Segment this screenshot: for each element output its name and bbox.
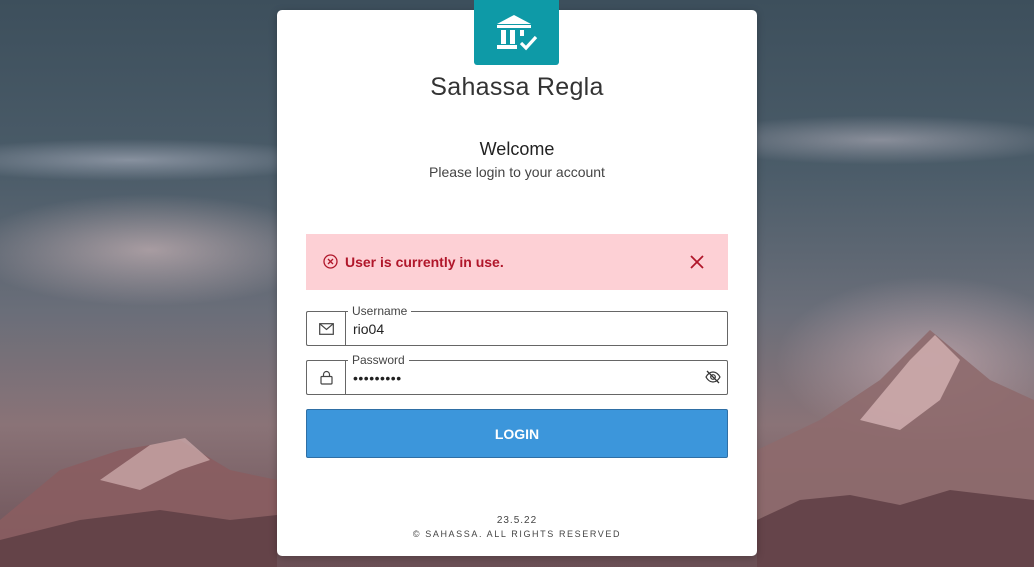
welcome-title: Welcome: [479, 139, 555, 159]
username-icon-cell: [306, 311, 345, 346]
lock-icon: [319, 370, 333, 385]
welcome-subtitle: Please login to your account: [429, 164, 605, 180]
password-field: ••••••••• Password: [306, 353, 728, 395]
username-input[interactable]: [353, 321, 693, 337]
bank-check-icon: [496, 14, 537, 50]
error-message: User is currently in use.: [345, 254, 504, 270]
eye-off-icon[interactable]: [705, 370, 721, 384]
app-logo: [474, 0, 559, 65]
username-field: Username: [306, 304, 728, 346]
password-label: Password: [348, 353, 409, 367]
close-icon[interactable]: [688, 253, 706, 271]
mail-icon: [318, 322, 334, 335]
login-button[interactable]: LOGIN: [306, 409, 728, 458]
password-input[interactable]: •••••••••: [353, 370, 693, 386]
app-name: Sahassa Regla: [430, 73, 604, 101]
error-alert: User is currently in use.: [306, 234, 728, 290]
username-label: Username: [348, 304, 412, 318]
error-circle-x-icon: [323, 254, 338, 269]
app-version: 23.5.22: [496, 515, 538, 526]
copyright-text: © SAHASSA. ALL RIGHTS RESERVED: [412, 529, 622, 539]
password-icon-cell: [306, 360, 345, 395]
